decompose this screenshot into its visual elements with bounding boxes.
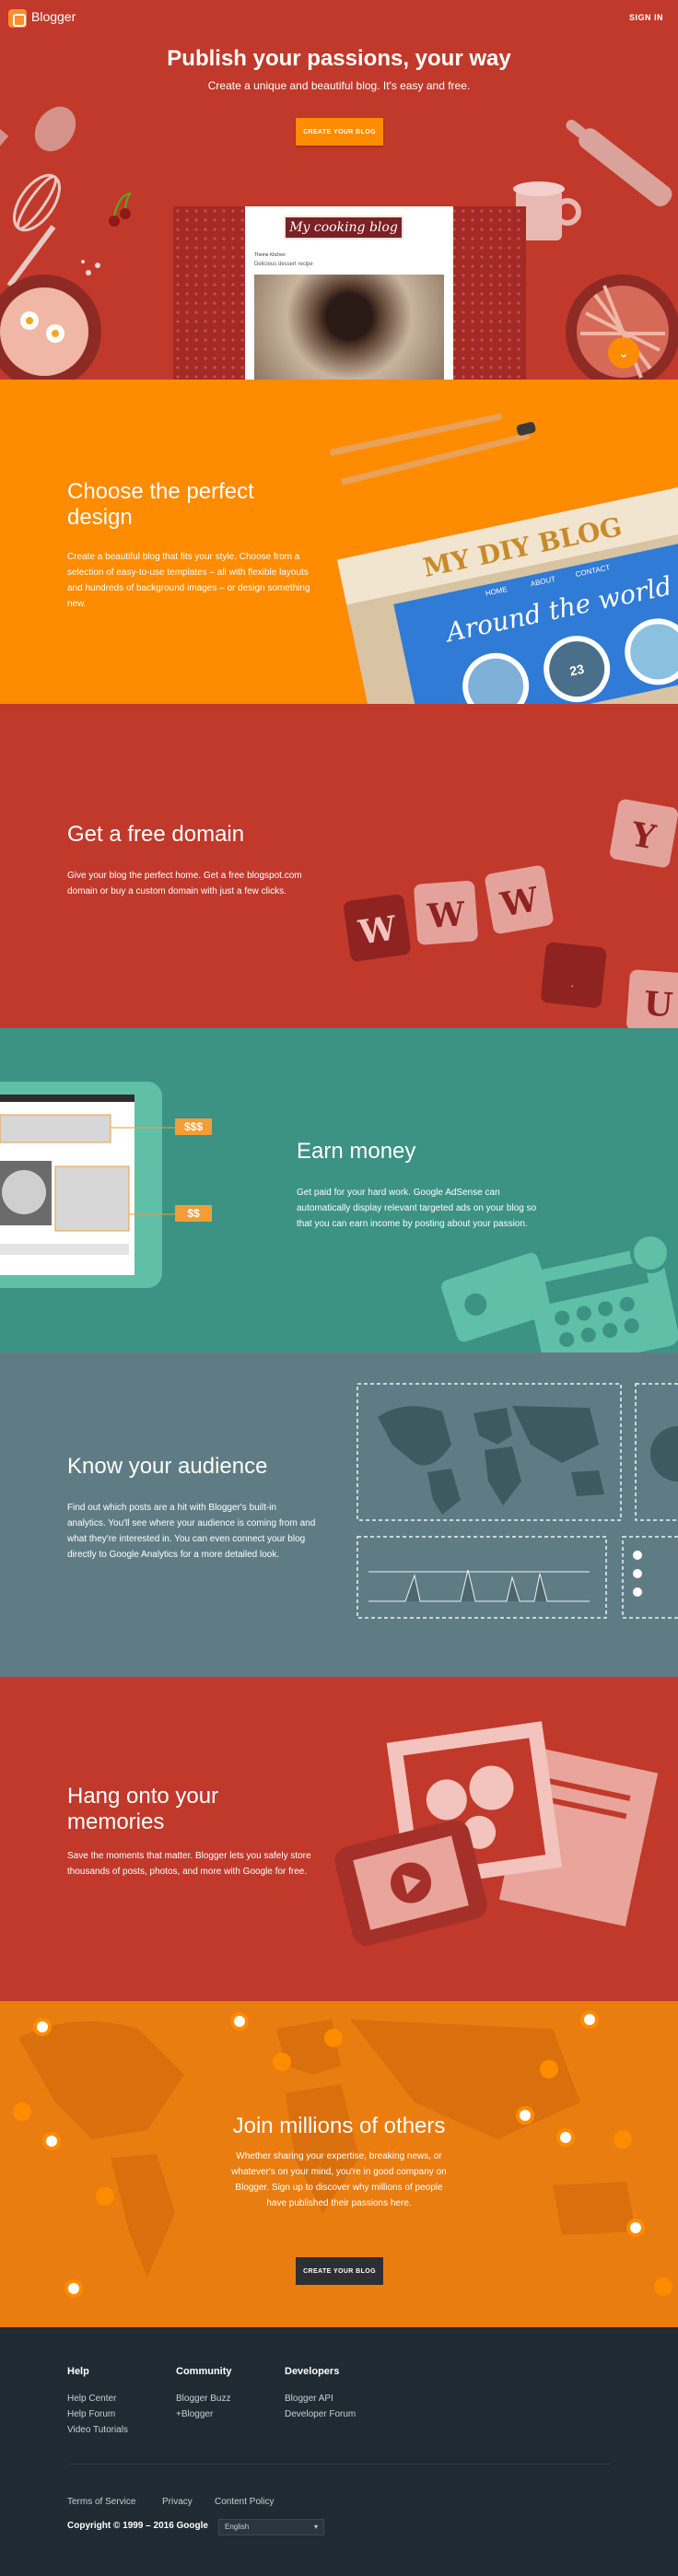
pencil-icon bbox=[330, 413, 536, 486]
preview-small-text: Theme Kitchen bbox=[254, 252, 286, 258]
design-title: Choose the perfect design bbox=[67, 479, 254, 530]
bowl-icon bbox=[0, 275, 101, 380]
hero-section: Blogger SIGN IN Publish your passions, y… bbox=[0, 0, 678, 380]
footer-link-plus-blogger[interactable]: +Blogger bbox=[176, 2409, 213, 2419]
memories-body: Save the moments that matter. Blogger le… bbox=[67, 1851, 311, 1877]
spoon-icon bbox=[0, 106, 76, 193]
copyright: Copyright © 1999 – 2016 Google bbox=[67, 2521, 208, 2531]
rolling-pin-icon bbox=[566, 120, 672, 206]
calculator-illustration bbox=[441, 1233, 678, 1352]
language-select[interactable]: English ▾ bbox=[218, 2519, 324, 2535]
footer-link-blogger-api[interactable]: Blogger API bbox=[285, 2394, 333, 2404]
money-tag-1: $$$ bbox=[184, 1120, 203, 1133]
tile-w2: W bbox=[426, 895, 467, 936]
footer-link-help-center[interactable]: Help Center bbox=[67, 2394, 116, 2404]
video-icon bbox=[334, 1820, 487, 1946]
language-value: English bbox=[225, 2523, 250, 2531]
top-bar: Blogger SIGN IN bbox=[0, 0, 678, 37]
footer-heading-help: Help bbox=[67, 2366, 89, 2377]
world-map bbox=[378, 1406, 604, 1515]
join-section: Join millions of others Whether sharing … bbox=[0, 2001, 678, 2327]
footer: Help Help Center Help Forum Video Tutori… bbox=[0, 2327, 678, 2570]
chevron-down-icon: ⌄ bbox=[618, 345, 629, 360]
footer-link-help-forum[interactable]: Help Forum bbox=[67, 2409, 115, 2419]
join-title: Join millions of others bbox=[232, 2113, 446, 2138]
analytics-illustration bbox=[357, 1383, 678, 1619]
photos-illustration bbox=[334, 1721, 659, 1946]
tablet-ads-illustration: $$$ $$ bbox=[0, 1082, 212, 1288]
scroll-down-button[interactable]: ⌄ bbox=[608, 337, 639, 369]
create-blog-button-bottom[interactable]: CREATE YOUR BLOG bbox=[296, 2257, 383, 2285]
footer-heading-community: Community bbox=[176, 2366, 232, 2377]
www-tiles-illustration: W W W Y . U bbox=[344, 799, 678, 1028]
audience-title: Know your audience bbox=[67, 1454, 268, 1479]
domain-title: Get a free domain bbox=[67, 822, 245, 847]
preview-blog-title: My cooking blog bbox=[284, 216, 403, 240]
whisk-icon bbox=[6, 173, 61, 287]
chevron-down-icon: ▾ bbox=[313, 2523, 318, 2531]
hero-subtitle: Create a unique and beautiful blog. It's… bbox=[207, 79, 471, 92]
preview-post-title: Delicious dessert recipe bbox=[254, 262, 313, 267]
money-section: $$$ $$ Earn money Get paid for your hard… bbox=[0, 1028, 678, 1352]
tile-u: U bbox=[642, 984, 673, 1025]
money-tag-2: $$ bbox=[187, 1207, 200, 1220]
footer-heading-developers: Developers bbox=[285, 2366, 340, 2377]
tile-w1: W bbox=[356, 908, 399, 952]
hero-title: Publish your passions, your way bbox=[167, 46, 511, 71]
domain-body: Give your blog the perfect home. Get a f… bbox=[67, 871, 302, 896]
memories-title: Hang onto your memories bbox=[67, 1784, 219, 1834]
audience-body: Find out which posts are a hit with Blog… bbox=[67, 1503, 316, 1560]
tile-w3: W bbox=[497, 880, 542, 925]
blog-preview-card: My cooking blog Theme Kitchen Delicious … bbox=[245, 206, 453, 380]
blogger-logo-icon bbox=[8, 9, 27, 28]
audience-section: Know your audience Find out which posts … bbox=[0, 1352, 678, 1677]
cherry-icon bbox=[81, 193, 132, 275]
sign-in-link[interactable]: SIGN IN bbox=[629, 13, 663, 22]
design-body: Create a beautiful blog that fits your s… bbox=[67, 552, 310, 609]
templates-illustration: MY DIY BLOG Around the world HOME ABOUT … bbox=[330, 413, 678, 704]
preview-dessert-image bbox=[254, 275, 444, 380]
footer-link-privacy[interactable]: Privacy bbox=[162, 2497, 193, 2507]
logo-text: Blogger bbox=[31, 9, 76, 24]
join-body: Whether sharing your expertise, breaking… bbox=[231, 2151, 447, 2208]
design-section: Choose the perfect design Create a beaut… bbox=[0, 380, 678, 704]
footer-divider bbox=[67, 2464, 611, 2465]
create-blog-button[interactable]: CREATE YOUR BLOG bbox=[296, 118, 383, 146]
money-title: Earn money bbox=[297, 1139, 416, 1164]
footer-link-video-tutorials[interactable]: Video Tutorials bbox=[67, 2425, 128, 2435]
footer-link-terms[interactable]: Terms of Service bbox=[67, 2497, 135, 2507]
template-mockups: MY DIY BLOG Around the world HOME ABOUT … bbox=[336, 486, 678, 704]
memories-section: Hang onto your memories Save the moments… bbox=[0, 1677, 678, 2001]
domain-section: Get a free domain Give your blog the per… bbox=[0, 704, 678, 1028]
footer-link-content-policy[interactable]: Content Policy bbox=[215, 2497, 274, 2507]
footer-link-blogger-buzz[interactable]: Blogger Buzz bbox=[176, 2394, 230, 2404]
money-body: Get paid for your hard work. Google AdSe… bbox=[297, 1188, 537, 1229]
footer-link-developer-forum[interactable]: Developer Forum bbox=[285, 2409, 356, 2419]
